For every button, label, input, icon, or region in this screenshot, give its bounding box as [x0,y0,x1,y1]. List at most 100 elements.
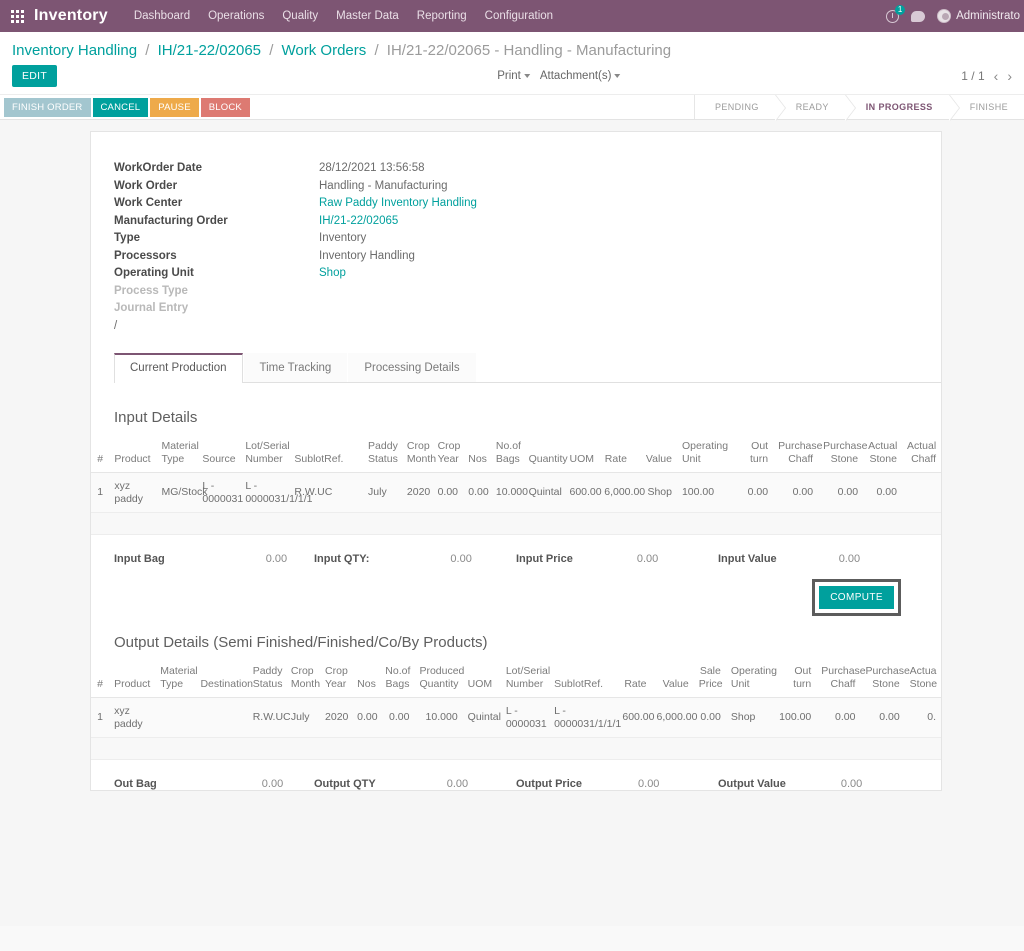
breadcrumb-item-2[interactable]: IH/21-22/02065 [158,42,261,59]
tab-processing-details[interactable]: Processing Details [348,353,476,382]
breadcrumb-separator: / [145,42,150,59]
chat-bubble-icon[interactable] [911,10,926,22]
field-type: Type Inventory [114,230,941,248]
total-label: Output Value [718,778,786,790]
col-product: Product [109,436,157,473]
menu-item-quality[interactable]: Quality [282,10,318,22]
cell-crop-year: 0.00 [432,472,464,513]
col-operating-unit: Operating Unit [676,436,728,473]
journal-entry-value: / [114,319,118,332]
total-value: 0.00 [838,553,861,565]
col-sublot-ref: SublotRef. [549,661,618,698]
breadcrumb-item-3[interactable]: Work Orders [282,42,367,59]
col-value: Value [631,436,677,473]
status-step-finished[interactable]: FINISHE [948,95,1024,119]
cell-product: xyz paddy [109,472,157,513]
field-work-order: Work Order Handling - Manufacturing [114,178,941,196]
field-operating-unit: Operating Unit Shop [114,265,941,283]
menu-item-reporting[interactable]: Reporting [417,10,467,22]
cell-quantity: Quintal [523,472,565,513]
cell-operating-unit: Shop [725,697,775,738]
col-actual-stone: Actual Stone [863,436,902,473]
total-value: 0.00 [636,553,659,565]
field-label: Type [114,232,140,244]
page-area: WorkOrder Date 28/12/2021 13:56:58 Work … [0,120,1024,926]
field-processors: Processors Inventory Handling [114,248,941,266]
col-purchase-stone: Purchase Stone [818,436,867,473]
tab-time-tracking[interactable]: Time Tracking [243,353,348,382]
field-work-center: Work Center Raw Paddy Inventory Handling [114,195,941,213]
menu-item-configuration[interactable]: Configuration [485,10,553,22]
activity-count-badge: 1 [895,4,906,15]
block-button[interactable]: BLOCK [200,97,250,117]
col-operating-unit: Operating Unit [725,661,777,698]
attachments-dropdown[interactable]: Attachment(s) [540,70,621,82]
workflow-buttons: FINISH ORDER CANCEL PAUSE BLOCK [0,95,250,119]
breadcrumb-separator: / [374,42,379,59]
table-row[interactable]: 1 xyz paddy R.W.UC July 2020 0.00 0.00 1… [91,697,941,738]
cell-actual-chaff [901,472,941,513]
field-value-link[interactable]: Shop [319,265,346,283]
finish-order-button[interactable]: FINISH ORDER [4,97,91,117]
add-line-row[interactable] [91,737,941,760]
menu-item-dashboard[interactable]: Dashboard [134,10,190,22]
add-line-row[interactable] [91,512,941,535]
field-label: Manufacturing Order [114,214,228,227]
col-uom: UOM [462,661,501,698]
print-dropdown[interactable]: Print [497,70,530,82]
cell-no-of-bags: 10.000 [490,472,528,513]
status-action-bar: FINISH ORDER CANCEL PAUSE BLOCK PENDING … [0,94,1024,121]
breadcrumb-separator: / [269,42,274,59]
cell-out-turn: 100.00 [774,697,817,738]
compute-button[interactable]: COMPUTE [819,586,894,609]
total-input-qty: Input QTY: 0.00 [314,553,516,565]
total-value: 0.00 [265,553,288,565]
clock-icon[interactable]: 1 [886,4,906,23]
cell-crop-year: 2020 [320,697,353,738]
col-crop-month: Crop Month [285,661,320,698]
menu-item-master-data[interactable]: Master Data [336,10,399,22]
app-brand[interactable]: Inventory [34,7,108,25]
table-header-row: # Product Material Type Source Lot/Seria… [91,436,941,473]
cell-actual-stone: 0.00 [863,472,902,513]
field-value-link[interactable]: Raw Paddy Inventory Handling [319,195,477,213]
col-uom: UOM [564,436,600,473]
cancel-button[interactable]: CANCEL [92,97,149,117]
pager-count: 1 / 1 [961,69,985,83]
cell-rate: 6,000.00 [599,472,645,513]
status-step-in-progress[interactable]: IN PROGRESS [844,95,960,121]
field-workorder-date: WorkOrder Date 28/12/2021 13:56:58 [114,160,941,178]
status-step-pending[interactable]: PENDING [693,95,786,121]
breadcrumb: Inventory Handling / IH/21-22/02065 / Wo… [12,42,1012,60]
chevron-right-icon[interactable]: › [1007,68,1012,84]
tab-current-production[interactable]: Current Production [114,353,243,383]
total-label: Out Bag [114,778,157,790]
col-purchase-stone: Purchase Stone [860,661,910,698]
apps-grid-icon[interactable] [0,9,34,23]
pause-button[interactable]: PAUSE [150,97,199,117]
total-label: Input QTY: [314,553,370,565]
cell-value: 6,000.00 [651,697,697,738]
col-index: # [91,661,110,698]
chevron-left-icon[interactable]: ‹ [994,68,999,84]
table-row[interactable]: 1 xyz paddy MG/Stock L - 0000031 L - 000… [91,472,941,513]
field-value-link[interactable]: IH/21-22/02065 [319,213,398,231]
menu-item-operations[interactable]: Operations [208,10,264,22]
col-actual-stone: Actua Stone [904,661,941,698]
field-value: Inventory Handling [319,249,415,262]
user-menu[interactable]: Administrato [937,9,1020,23]
col-out-turn: Out turn [726,436,774,473]
col-product: Product [109,661,156,698]
total-output-price: Output Price 0.00 [516,778,718,790]
cell-purchase-chaff: 0.00 [816,697,861,738]
cell-crop-month: 2020 [401,472,433,513]
cell-lot-serial-number: L - 0000031 [500,697,550,738]
total-label: Input Value [718,553,777,565]
col-out-turn: Out turn [774,661,817,698]
total-label: Input Price [516,553,573,565]
cell-product: xyz paddy [109,697,156,738]
cell-material-type: MG/Stock [156,472,208,513]
breadcrumb-item-1[interactable]: Inventory Handling [12,42,137,59]
edit-button[interactable]: EDIT [12,65,58,87]
form-fields: WorkOrder Date 28/12/2021 13:56:58 Work … [91,160,941,318]
